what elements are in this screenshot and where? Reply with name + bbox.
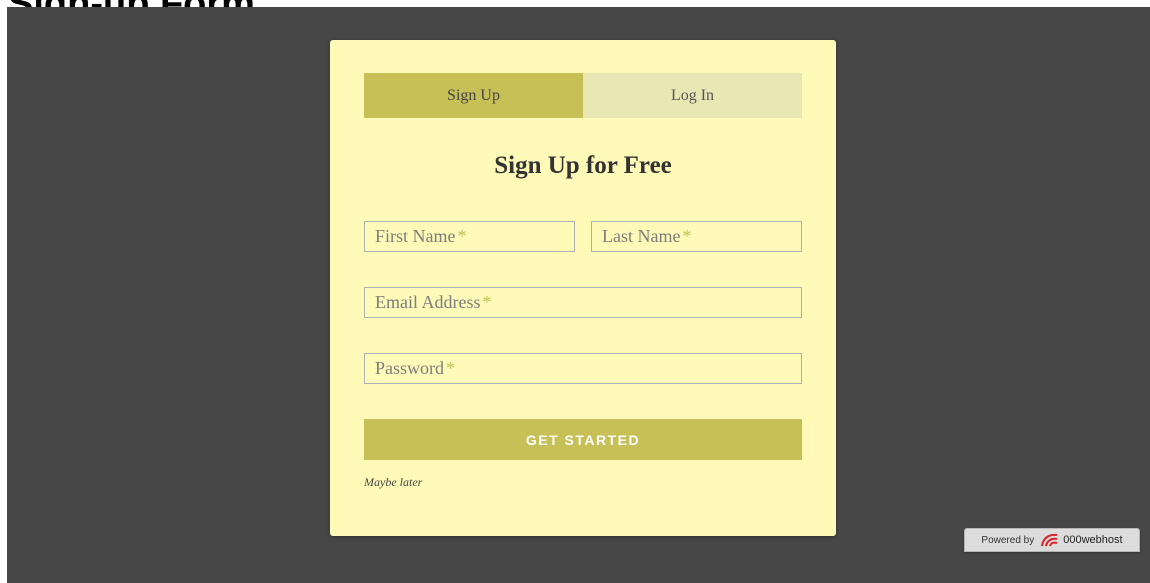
tab-bar: Sign Up Log In (364, 73, 802, 118)
first-name-placeholder: First Name (375, 226, 456, 246)
signup-card: Sign Up Log In Sign Up for Free First Na… (330, 40, 836, 536)
maybe-later-link[interactable]: Maybe later (364, 475, 422, 490)
brand-label: 000webhost (1063, 534, 1123, 546)
email-placeholder: Email Address (375, 292, 481, 312)
first-name-field[interactable]: First Name * (364, 221, 575, 252)
required-mark: * (446, 358, 456, 378)
get-started-button[interactable]: GET STARTED (364, 419, 802, 460)
powered-by-badge[interactable]: Powered by 000webhost (964, 528, 1140, 552)
last-name-placeholder: Last Name (602, 226, 681, 246)
form-title: Sign Up for Free (494, 152, 672, 179)
modal-overlay: Sign Up Log In Sign Up for Free First Na… (7, 7, 1150, 583)
tab-log-in[interactable]: Log In (583, 73, 802, 118)
required-mark: * (682, 226, 692, 246)
password-placeholder: Password (375, 358, 445, 378)
password-field[interactable]: Password * (364, 353, 802, 384)
tab-sign-up[interactable]: Sign Up (364, 73, 583, 118)
000webhost-logo-icon (1040, 532, 1060, 548)
powered-by-label: Powered by (981, 534, 1035, 546)
required-mark: * (457, 226, 467, 246)
required-mark: * (482, 292, 492, 312)
last-name-field[interactable]: Last Name * (591, 221, 802, 252)
email-field[interactable]: Email Address * (364, 287, 802, 318)
